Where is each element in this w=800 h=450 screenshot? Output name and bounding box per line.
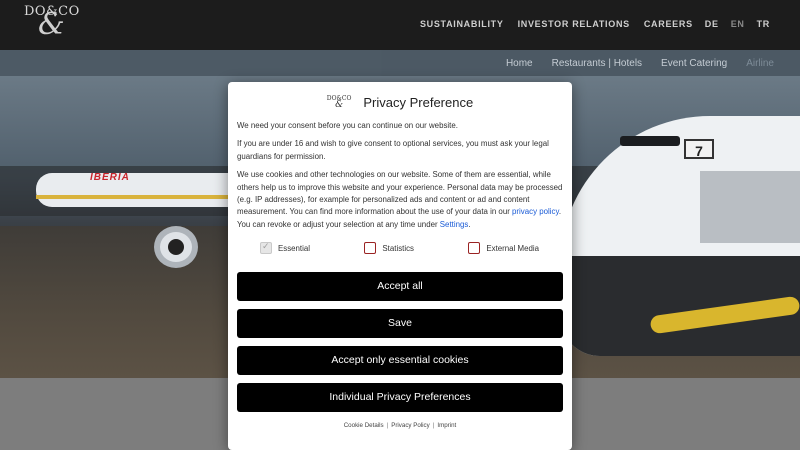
nav-sustainability[interactable]: SUSTAINABILITY bbox=[420, 19, 504, 29]
logo-ampersand: & bbox=[38, 7, 65, 42]
cookie-details-link[interactable]: Cookie Details bbox=[344, 422, 384, 429]
nav-careers[interactable]: CAREERS bbox=[644, 19, 693, 29]
lang-de[interactable]: DE bbox=[705, 19, 719, 29]
top-header: DO&CO & SUSTAINABILITY INVESTOR RELATION… bbox=[0, 0, 800, 50]
footer-separator: | bbox=[432, 422, 435, 430]
sub-header: Home Restaurants | Hotels Event Catering… bbox=[0, 50, 800, 76]
dialog-buttons: Accept all Save Accept only essential co… bbox=[237, 272, 563, 413]
top-nav: SUSTAINABILITY INVESTOR RELATIONS CAREER… bbox=[406, 19, 770, 29]
subnav-restaurants-hotels[interactable]: Restaurants | Hotels bbox=[552, 58, 642, 69]
checkbox-essential[interactable]: Essential bbox=[260, 241, 310, 255]
individual-preferences-button[interactable]: Individual Privacy Preferences bbox=[237, 383, 563, 413]
checkbox-external-media[interactable]: External Media bbox=[468, 241, 539, 255]
dialog-title: Privacy Preference bbox=[363, 94, 474, 110]
imprint-link[interactable]: Imprint bbox=[437, 422, 456, 429]
guardian-notice-text: If you are under 16 and wish to give con… bbox=[237, 139, 549, 161]
doco-logo[interactable]: DO&CO & bbox=[24, 4, 80, 42]
nav-investor-relations[interactable]: INVESTOR RELATIONS bbox=[518, 19, 630, 29]
external-media-label: External Media bbox=[486, 243, 539, 253]
dialog-header: DO&CO & Privacy Preference bbox=[237, 93, 563, 111]
jet-bridge bbox=[700, 171, 800, 243]
dialog-logo-ampersand: & bbox=[335, 100, 344, 110]
iberia-livery-text: IBERIA bbox=[90, 172, 130, 183]
sub-nav: Home Restaurants | Hotels Event Catering… bbox=[487, 58, 774, 69]
footer-separator: | bbox=[386, 422, 389, 430]
dialog-footer-links: Cookie Details | Privacy Policy | Imprint bbox=[237, 422, 563, 429]
statistics-checkbox-box[interactable] bbox=[364, 242, 377, 255]
settings-link[interactable]: Settings bbox=[440, 220, 469, 229]
gate-number-sign: 7 bbox=[684, 139, 714, 159]
subnav-airline[interactable]: Airline bbox=[746, 58, 774, 69]
dialog-logo: DO&CO & bbox=[327, 96, 352, 110]
accept-essential-button[interactable]: Accept only essential cookies bbox=[237, 346, 563, 376]
cookie-description-text: We use cookies and other technologies on… bbox=[237, 169, 563, 231]
statistics-label: Statistics bbox=[382, 243, 414, 253]
essential-checkbox-box[interactable] bbox=[260, 241, 272, 255]
save-button[interactable]: Save bbox=[237, 309, 563, 339]
privacy-policy-link[interactable]: privacy policy bbox=[512, 207, 559, 216]
essential-label: Essential bbox=[278, 243, 311, 253]
external-media-checkbox-box[interactable] bbox=[468, 242, 481, 255]
consent-intro-text: We need your consent before you can cont… bbox=[237, 121, 458, 130]
privacy-preference-dialog: DO&CO & Privacy Preference We need your … bbox=[228, 82, 572, 450]
airplane-engine bbox=[154, 226, 198, 268]
accept-all-button[interactable]: Accept all bbox=[237, 272, 563, 302]
checkbox-statistics[interactable]: Statistics bbox=[364, 241, 414, 255]
subnav-event-catering[interactable]: Event Catering bbox=[661, 58, 727, 69]
privacy-policy-footer-link[interactable]: Privacy Policy bbox=[391, 422, 430, 429]
cookie-text-part3: . bbox=[468, 219, 471, 229]
cockpit-windshield bbox=[620, 136, 680, 146]
subnav-home[interactable]: Home bbox=[506, 58, 533, 69]
lang-tr[interactable]: TR bbox=[757, 19, 770, 29]
consent-checkboxes: Essential Statistics External Media bbox=[237, 241, 563, 255]
lang-en[interactable]: EN bbox=[731, 19, 745, 29]
